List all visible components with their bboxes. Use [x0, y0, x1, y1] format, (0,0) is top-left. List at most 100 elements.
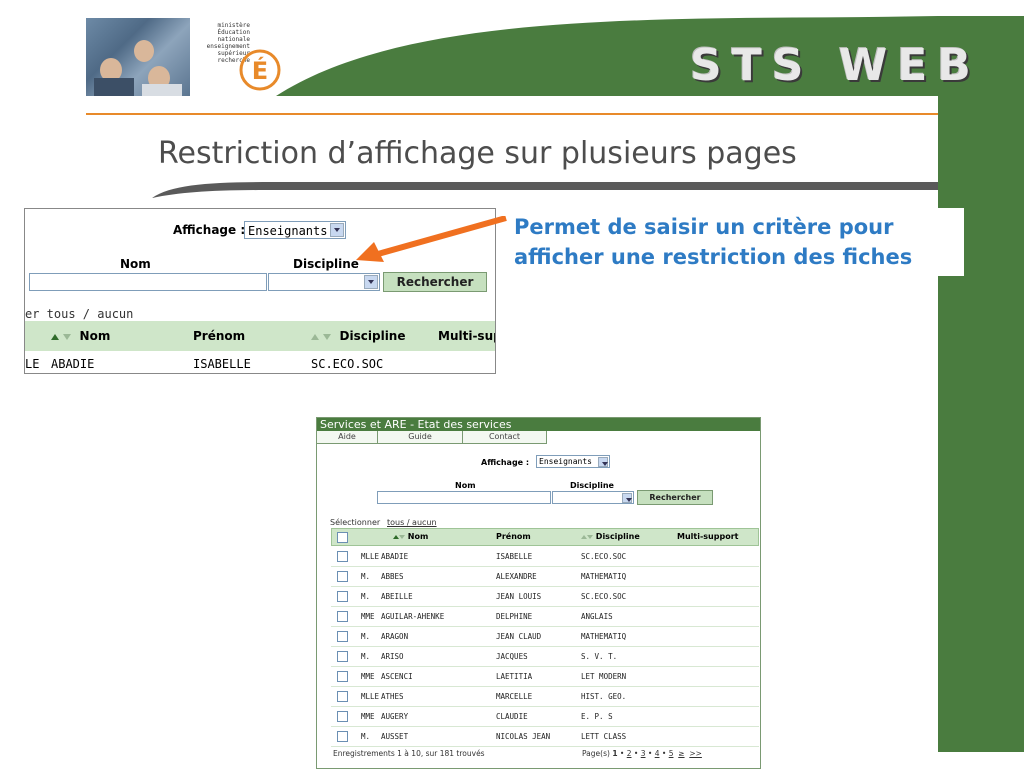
affichage-select[interactable]: Enseignants: [244, 221, 346, 239]
row-discipline: MATHEMATIQ: [581, 632, 627, 641]
sort-down-icon[interactable]: [63, 333, 72, 340]
row-prenom: JEAN LOUIS: [496, 592, 542, 601]
row-civ: MME: [361, 672, 375, 681]
row-discipline: HIST. GEO.: [581, 692, 627, 701]
discipline-select[interactable]: [552, 491, 634, 504]
nav-contact[interactable]: Contact: [463, 431, 547, 444]
sort-nom-header[interactable]: Nom: [393, 532, 428, 541]
row-checkbox[interactable]: [337, 551, 348, 562]
app-screenshot: Services et ARE - Etat des services Aide…: [316, 417, 761, 769]
sort-down-icon[interactable]: [587, 534, 593, 539]
page-link[interactable]: 4: [655, 749, 660, 758]
select-all-links[interactable]: er tous / aucun: [25, 307, 133, 321]
row-nom: ARAGON: [381, 632, 409, 641]
callout-text: Permet de saisir un critère pour affiche…: [514, 215, 913, 269]
row-nom: ARISO: [381, 652, 404, 661]
select-all-links[interactable]: tous / aucun: [387, 518, 437, 527]
row-nom: ASCENCI: [381, 672, 413, 681]
ministry-line: nationale: [217, 36, 250, 43]
row-checkbox[interactable]: [337, 651, 348, 662]
page-link[interactable]: 2: [627, 749, 632, 758]
row-checkbox[interactable]: [337, 611, 348, 622]
row-discipline: LET MODERN: [581, 672, 627, 681]
row-checkbox[interactable]: [337, 571, 348, 582]
window-title: Services et ARE - Etat des services: [317, 418, 760, 431]
row-checkbox[interactable]: [337, 691, 348, 702]
table-row[interactable]: M. ARAGON JEAN CLAUD MATHEMATIQ: [331, 626, 759, 647]
pagination: Page(s) 1 • 2 • 3 • 4 • 5 ≥ >>: [582, 749, 702, 758]
row-checkbox[interactable]: [337, 591, 348, 602]
affichage-value: Enseignants: [539, 457, 592, 466]
discipline-label: Discipline: [293, 257, 359, 271]
nav-guide[interactable]: Guide: [378, 431, 463, 444]
page-next[interactable]: ≥: [678, 749, 684, 758]
sort-discipline-header[interactable]: Discipline: [581, 532, 640, 541]
sort-down-icon[interactable]: [399, 534, 405, 539]
select-all-checkbox[interactable]: [337, 532, 348, 543]
select-label: Sélectionner: [330, 518, 381, 527]
students-photo: [86, 18, 190, 96]
search-button[interactable]: Rechercher: [383, 272, 487, 292]
sort-discipline-header[interactable]: Discipline: [311, 329, 406, 343]
row-discipline: LETT CLASS: [581, 732, 627, 741]
page-last[interactable]: >>: [689, 749, 702, 758]
chevron-down-icon[interactable]: [598, 457, 608, 467]
row-prenom: NICOLAS JEAN: [496, 732, 551, 741]
chevron-down-icon[interactable]: [622, 493, 632, 503]
affichage-value: Enseignants: [248, 224, 328, 238]
row-checkbox[interactable]: [337, 711, 348, 722]
nom-label: Nom: [455, 481, 476, 490]
affichage-label: Affichage :: [173, 223, 246, 237]
chevron-down-icon[interactable]: [364, 275, 378, 289]
chevron-down-icon[interactable]: [330, 223, 344, 237]
sort-up-icon[interactable]: [51, 333, 59, 340]
row-discipline: SC.ECO.SOC: [581, 592, 627, 601]
table-row[interactable]: MME ASCENCI LAETITIA LET MODERN: [331, 666, 759, 687]
pages-label: Page(s): [582, 749, 610, 758]
discipline-label: Discipline: [570, 481, 614, 490]
table-row[interactable]: MLLE ABADIE ISABELLE SC.ECO.SOC: [331, 546, 759, 567]
page-title: Restriction d’affichage sur plusieurs pa…: [158, 136, 797, 171]
table-row[interactable]: MME AUGERY CLAUDIE E. P. S: [331, 706, 759, 727]
affichage-label: Affichage :: [481, 458, 530, 467]
column-multi-support: Multi-sup: [438, 329, 496, 343]
search-button[interactable]: Rechercher: [637, 490, 713, 505]
page-link[interactable]: 3: [641, 749, 646, 758]
row-checkbox[interactable]: [337, 731, 348, 742]
row-prenom: DELPHINE: [496, 612, 533, 621]
affichage-select[interactable]: Enseignants: [536, 455, 610, 468]
column-prenom: Prénom: [496, 532, 531, 541]
nom-input[interactable]: [29, 273, 267, 291]
row-checkbox[interactable]: [337, 671, 348, 682]
row-civ: MME: [361, 612, 375, 621]
table-row[interactable]: MLLE ATHES MARCELLE HIST. GEO.: [331, 686, 759, 707]
row-prenom: MARCELLE: [496, 692, 533, 701]
table-row[interactable]: M. ABEILLE JEAN LOUIS SC.ECO.SOC: [331, 586, 759, 607]
row-civ: MLLE: [361, 552, 380, 561]
row-nom: ATHES: [381, 692, 404, 701]
nom-input[interactable]: [377, 491, 551, 504]
nav-aide[interactable]: Aide: [317, 431, 378, 444]
page-link[interactable]: 5: [669, 749, 674, 758]
row-nom: AGUILAR-AHENKE: [381, 612, 445, 621]
table-row[interactable]: MME AGUILAR-AHENKE DELPHINE ANGLAIS: [331, 606, 759, 627]
row-nom: AUSSET: [381, 732, 409, 741]
discipline-select[interactable]: [268, 273, 380, 291]
header-divider: [86, 113, 938, 115]
svg-text:É: É: [252, 56, 268, 85]
table-row[interactable]: M. ABBES ALEXANDRE MATHEMATIQ: [331, 566, 759, 587]
row-civ: M.: [361, 592, 371, 601]
row-checkbox[interactable]: [337, 631, 348, 642]
record-count: Enregistrements 1 à 10, sur 181 trouvés: [333, 749, 485, 758]
table-row[interactable]: M. ARISO JACQUES S. V. T.: [331, 646, 759, 667]
page-current: 1: [612, 749, 618, 758]
row-civ: M.: [361, 652, 371, 661]
column-prenom: Prénom: [193, 329, 246, 343]
sort-up-icon[interactable]: [311, 333, 319, 340]
sort-nom-header[interactable]: Nom: [51, 329, 110, 343]
ministry-line: ministère: [217, 22, 250, 29]
row-nom: ABBES: [381, 572, 404, 581]
arrow-icon: [356, 216, 507, 262]
sort-down-icon[interactable]: [323, 333, 332, 340]
table-row[interactable]: M. AUSSET NICOLAS JEAN LETT CLASS: [331, 726, 759, 747]
